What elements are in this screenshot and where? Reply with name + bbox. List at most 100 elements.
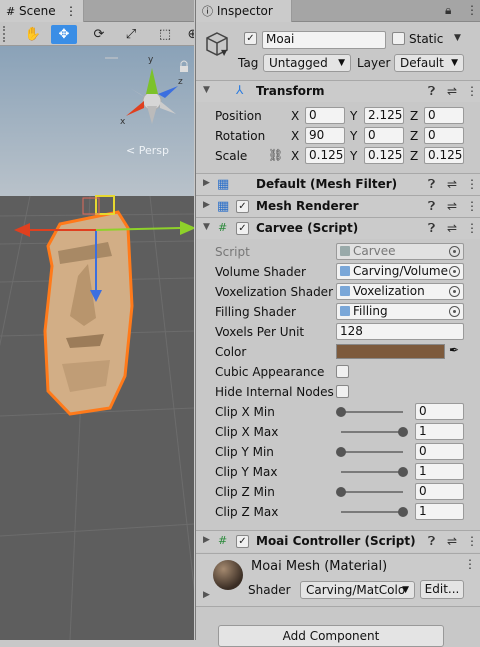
scene-viewport[interactable]: y x z < Persp	[0, 46, 194, 640]
moai-controller-enabled-checkbox[interactable]: ✓	[236, 535, 249, 548]
slider-track[interactable]	[341, 511, 403, 513]
presets-icon[interactable]: ⇌	[447, 199, 457, 213]
tag-dropdown[interactable]: Untagged ▼	[263, 54, 351, 72]
volume-shader-field[interactable]: Carving/Volume	[336, 263, 464, 280]
slider-knob[interactable]	[398, 467, 408, 477]
position-y-field[interactable]: 2.125	[364, 107, 404, 124]
carvee-enabled-checkbox[interactable]: ✓	[236, 222, 249, 235]
color-swatch[interactable]	[336, 344, 445, 359]
presets-icon[interactable]: ⇌	[447, 177, 457, 191]
rotation-z-field[interactable]: 0	[424, 127, 464, 144]
slider-knob[interactable]	[398, 507, 408, 517]
filling-shader-field[interactable]: Filling	[336, 303, 464, 320]
foldout-closed-icon[interactable]: ▶	[203, 178, 210, 188]
constrain-proportions-link-icon[interactable]: ⛓︎	[268, 148, 283, 162]
help-icon[interactable]: ❓︎	[428, 534, 435, 549]
slider-knob[interactable]	[336, 447, 346, 457]
material-menu-icon[interactable]: ⋮	[464, 557, 476, 571]
shader-dropdown[interactable]: Carving/MatColo ▼	[300, 581, 415, 599]
axis-y-label[interactable]: Y	[350, 129, 357, 143]
position-x-field[interactable]: 0	[305, 107, 345, 124]
scale-z-field[interactable]: 0.125	[424, 147, 464, 164]
help-icon[interactable]: ❓︎	[428, 221, 435, 236]
position-z-field[interactable]: 0	[424, 107, 464, 124]
axis-y-label[interactable]: Y	[350, 109, 357, 123]
slider-track[interactable]	[341, 491, 403, 493]
clip-value-field[interactable]: 1	[415, 463, 464, 480]
slider-track[interactable]	[341, 411, 403, 413]
axis-z-label[interactable]: Z	[410, 109, 418, 123]
carvee-header[interactable]: ▼ # ✓ Carvee (Script) ❓︎ ⇌ ⋮	[196, 217, 480, 239]
transform-header[interactable]: ▼ ⅄ Transform ❓︎ ⇌ ⋮	[196, 80, 480, 102]
object-picker-icon[interactable]	[449, 306, 460, 317]
hide-internal-nodes-checkbox[interactable]	[336, 385, 349, 398]
move-tool-icon[interactable]: ✥	[51, 25, 77, 44]
scene-view[interactable]: # Scene ⋮ ✋ ✥ ⟳ ⤢ ⬚ ⊕ y x z < Persp	[0, 0, 194, 640]
transform-tool-icon[interactable]: ⊕	[180, 25, 194, 44]
mesh-renderer-enabled-checkbox[interactable]: ✓	[236, 200, 249, 213]
foldout-open-icon[interactable]: ▼	[203, 222, 210, 232]
moai-controller-header[interactable]: ▶ # ✓ Moai Controller (Script) ❓︎ ⇌ ⋮	[196, 530, 480, 552]
slider-knob[interactable]	[398, 427, 408, 437]
component-menu-icon[interactable]: ⋮	[466, 199, 478, 213]
toolbar-grip[interactable]	[3, 26, 7, 42]
presets-icon[interactable]: ⇌	[447, 84, 457, 98]
tab-scene[interactable]: # Scene ⋮	[0, 0, 84, 22]
moai-model[interactable]	[43, 210, 134, 416]
component-menu-icon[interactable]: ⋮	[466, 221, 478, 235]
help-icon[interactable]: ❓︎	[428, 177, 435, 192]
scale-y-field[interactable]: 0.125	[364, 147, 404, 164]
axis-x-label[interactable]: X	[291, 149, 299, 163]
presets-icon[interactable]: ⇌	[447, 221, 457, 235]
voxels-per-unit-field[interactable]: 128	[336, 323, 464, 340]
static-checkbox[interactable]	[392, 32, 405, 45]
rotation-x-field[interactable]: 90	[305, 127, 345, 144]
tab-inspector[interactable]: ⓘ Inspector	[196, 0, 292, 22]
persp-label[interactable]: < Persp	[126, 144, 169, 157]
hand-tool-icon[interactable]: ✋	[20, 25, 46, 44]
presets-icon[interactable]: ⇌	[447, 534, 457, 548]
icon-dropdown-caret[interactable]: ▼	[221, 48, 227, 57]
axis-x-label[interactable]: X	[291, 129, 299, 143]
component-menu-icon[interactable]: ⋮	[466, 84, 478, 98]
foldout-closed-icon[interactable]: ▶	[203, 200, 210, 210]
slider-track[interactable]	[341, 471, 403, 473]
eyedropper-icon[interactable]: ✒︎	[449, 343, 459, 357]
mesh-filter-header[interactable]: ▶ ▦ Default (Mesh Filter) ❓︎ ⇌ ⋮	[196, 173, 480, 195]
panel-menu-icon[interactable]: ⋮	[466, 3, 478, 17]
rect-tool-icon[interactable]: ⬚	[152, 25, 178, 44]
axis-z-label[interactable]: Z	[410, 129, 418, 143]
axis-z-label[interactable]: Z	[410, 149, 418, 163]
clip-value-field[interactable]: 0	[415, 403, 464, 420]
scale-tool-icon[interactable]: ⤢	[118, 25, 144, 44]
foldout-closed-icon[interactable]: ▶	[203, 590, 210, 600]
cubic-appearance-checkbox[interactable]	[336, 365, 349, 378]
component-menu-icon[interactable]: ⋮	[466, 177, 478, 191]
clip-value-field[interactable]: 0	[415, 483, 464, 500]
object-name-field[interactable]: Moai	[262, 31, 386, 49]
help-icon[interactable]: ❓︎	[428, 199, 435, 214]
slider-knob[interactable]	[336, 487, 346, 497]
axis-x-label[interactable]: X	[291, 109, 299, 123]
lock-icon[interactable]: 🔒︎	[445, 3, 451, 18]
slider-knob[interactable]	[336, 407, 346, 417]
slider-track[interactable]	[341, 431, 403, 433]
voxelization-shader-field[interactable]: Voxelization	[336, 283, 464, 300]
tab-menu-icon[interactable]: ⋮	[65, 0, 77, 22]
slider-track[interactable]	[341, 451, 403, 453]
active-checkbox[interactable]: ✓	[244, 32, 257, 45]
rotate-tool-icon[interactable]: ⟳	[86, 25, 112, 44]
clip-value-field[interactable]: 1	[415, 423, 464, 440]
edit-shader-button[interactable]: Edit...	[420, 580, 464, 599]
static-dropdown-caret[interactable]: ▼	[454, 33, 461, 43]
object-picker-icon[interactable]	[449, 266, 460, 277]
clip-value-field[interactable]: 0	[415, 443, 464, 460]
rotation-y-field[interactable]: 0	[364, 127, 404, 144]
mesh-renderer-header[interactable]: ▶ ▦ ✓ Mesh Renderer ❓︎ ⇌ ⋮	[196, 195, 480, 217]
foldout-closed-icon[interactable]: ▶	[203, 535, 210, 545]
add-component-button[interactable]: Add Component	[218, 625, 444, 647]
help-icon[interactable]: ❓︎	[428, 84, 435, 99]
scale-x-field[interactable]: 0.125	[305, 147, 345, 164]
clip-value-field[interactable]: 1	[415, 503, 464, 520]
foldout-open-icon[interactable]: ▼	[203, 85, 210, 95]
